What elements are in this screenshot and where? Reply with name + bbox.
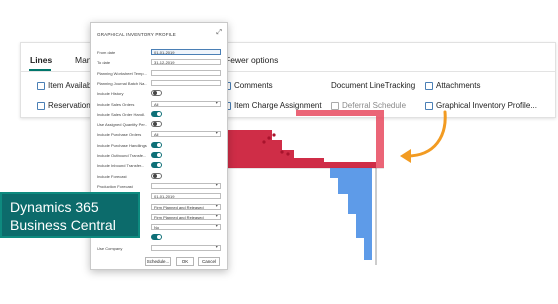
field-label: Include Forecast [97, 173, 127, 179]
text-field[interactable]: 01-01-2019 [151, 193, 221, 200]
document-line-tracking-button[interactable]: Document LineTracking [331, 81, 415, 90]
schedule-button[interactable]: Schedule... [145, 257, 171, 266]
orange-arrow-icon [400, 110, 447, 163]
toggle-switch[interactable] [151, 141, 162, 148]
form-row: Planning Worksheet Temp... [97, 69, 221, 78]
toggle-switch[interactable] [151, 234, 162, 241]
availability-icon [37, 81, 45, 90]
badge-line-1: Dynamics 365 [10, 199, 99, 215]
field-label: To date [97, 60, 111, 66]
field-label: Include History [97, 91, 124, 97]
demand-area [224, 130, 376, 168]
text-field[interactable] [151, 69, 221, 76]
expand-icon[interactable]: ⤢ [216, 29, 222, 37]
form-row: Use Company [97, 244, 221, 253]
badge-line-2: Business Central [10, 217, 116, 233]
dropdown-field[interactable]: Firm Planned and Released [151, 203, 221, 210]
form-row: Include Forecast [97, 172, 221, 181]
cancel-button[interactable]: Cancel [198, 257, 220, 266]
field-label: From date [97, 50, 116, 55]
form-row: Production Forecast [97, 182, 221, 191]
toggle-switch[interactable] [151, 172, 162, 179]
form-row: Include Outbound Transfe... [97, 152, 221, 160]
item-availability-button[interactable]: Item Availabili [37, 81, 97, 90]
field-label: Use Assigned Quantity Per... [97, 122, 147, 128]
field-label: Production Forecast [97, 183, 133, 189]
field-label: Planning Worksheet Temp... [97, 70, 147, 76]
toggle-switch[interactable] [151, 152, 162, 158]
field-label: Planning Journal Batch Na... [97, 80, 147, 86]
attachments-button[interactable]: Attachments [425, 81, 480, 90]
form-row: Include History [97, 90, 221, 98]
attachments-icon [425, 81, 433, 90]
dropdown-field[interactable] [151, 244, 221, 251]
field-label: Include Purchase Orders [97, 132, 142, 138]
text-field[interactable] [151, 79, 221, 86]
toggle-switch[interactable] [151, 110, 162, 117]
item-charge-assignment-button[interactable]: Item Charge Assignment [223, 101, 322, 110]
form-row: Include Inbound Transfer... [97, 162, 221, 170]
reservation-icon [37, 101, 45, 110]
field-label: Use Company [97, 245, 123, 251]
form-row: To date 31-12-2019 [97, 59, 221, 67]
field-label: Include Purchase Handlings [97, 142, 147, 148]
dialog-title: GRAPHICAL INVENTORY PROFILE [97, 32, 177, 37]
dropdown-field[interactable] [151, 182, 221, 189]
deferral-icon [331, 101, 339, 110]
dynamics-365-badge: Dynamics 365 Business Central [0, 192, 140, 238]
dropdown-field[interactable]: All [151, 131, 221, 138]
toggle-switch[interactable] [151, 121, 162, 128]
form-row: Include Sales Orders All [97, 100, 221, 109]
form-row: Include Purchase Orders All [97, 131, 221, 139]
toggle-switch[interactable] [151, 162, 162, 169]
supply-area [330, 168, 372, 260]
form-row: Include Sales Order Handl. [97, 110, 221, 119]
dropdown-field[interactable]: All [151, 100, 221, 107]
inventory-profile-graph [224, 110, 384, 265]
toggle-switch[interactable] [151, 90, 162, 97]
form-row: Planning Journal Batch Na... [97, 79, 221, 88]
comments-button[interactable]: Comments [223, 81, 273, 90]
dropdown-field[interactable]: No [151, 224, 221, 231]
tab-lines[interactable]: Lines [30, 55, 52, 65]
form-row: Include Purchase Handlings [97, 141, 221, 150]
field-label: Include Inbound Transfer... [97, 163, 145, 169]
dropdown-field[interactable]: Firm Planned and Released [151, 213, 221, 220]
field-label: Include Sales Orders [97, 101, 135, 107]
text-field[interactable]: 01-01-2019 [151, 49, 221, 55]
ok-button[interactable]: OK [176, 257, 194, 266]
text-field[interactable]: 31-12-2019 [151, 59, 221, 66]
form-row: Use Assigned Quantity Per... [97, 121, 221, 129]
field-label: Include Sales Order Handl. [97, 111, 146, 117]
form-row: From date 01-01-2019 [97, 49, 221, 57]
fewer-options-link[interactable]: Fewer options [225, 55, 278, 65]
field-label: Include Outbound Transfe... [97, 153, 147, 158]
